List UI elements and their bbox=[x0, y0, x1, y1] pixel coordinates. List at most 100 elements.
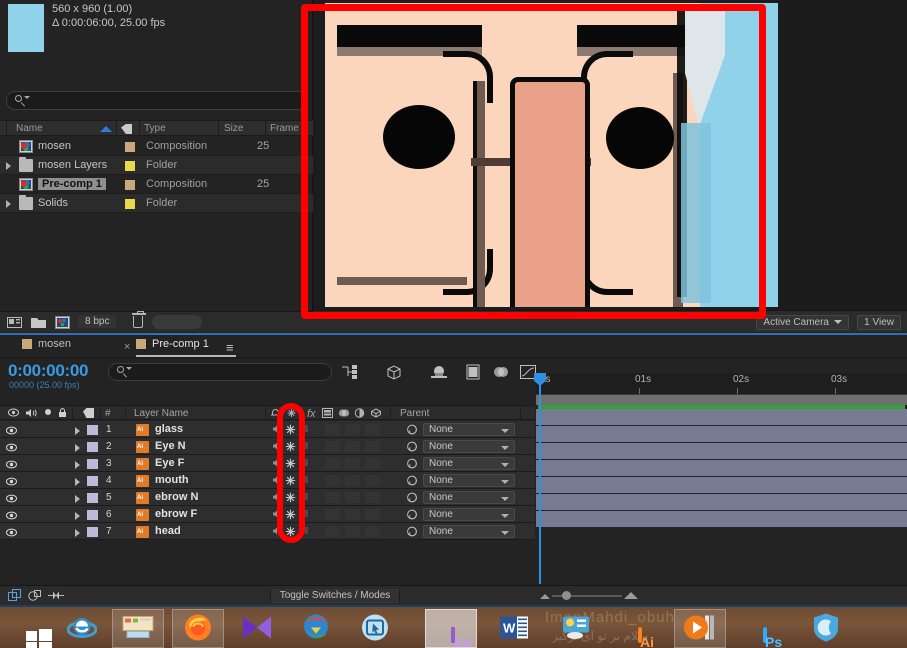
label-tag-icon[interactable] bbox=[83, 408, 94, 421]
layer-duration-bar[interactable] bbox=[536, 443, 907, 460]
layer-row[interactable]: 5 ebrow N None bbox=[0, 489, 535, 506]
frame-blending-icon[interactable] bbox=[464, 363, 482, 381]
collapse-transformations-toggle[interactable] bbox=[285, 509, 296, 523]
layer-duration-bar[interactable] bbox=[536, 494, 907, 511]
internet-download-manager-taskbar-icon[interactable] bbox=[290, 609, 342, 648]
layer-name[interactable]: head bbox=[155, 525, 181, 537]
panel-menu-icon[interactable]: ≡ bbox=[226, 340, 234, 355]
shy-icon[interactable] bbox=[270, 408, 281, 421]
audio-toggle-icon[interactable] bbox=[272, 424, 282, 437]
parent-pickwhip-icon[interactable] bbox=[406, 509, 418, 523]
adjustment-layer-icon[interactable] bbox=[354, 408, 365, 421]
internet-explorer-taskbar-icon[interactable] bbox=[56, 609, 108, 648]
media-player-taskbar-icon[interactable] bbox=[231, 609, 283, 648]
toggle-switches-modes-button[interactable]: Toggle Switches / Modes bbox=[270, 589, 400, 603]
layer-duration-bar[interactable] bbox=[536, 511, 907, 528]
layer-duration-bar[interactable] bbox=[536, 409, 907, 426]
layer-expand-triangle-icon[interactable] bbox=[75, 461, 80, 469]
control-panel-taskbar-icon[interactable] bbox=[550, 609, 602, 648]
firefox-taskbar-icon[interactable] bbox=[172, 609, 224, 648]
current-time-indicator[interactable] bbox=[534, 373, 546, 584]
parent-pickwhip-icon[interactable] bbox=[406, 424, 418, 438]
layer-visibility-toggle[interactable] bbox=[6, 494, 17, 506]
zoom-in-icon[interactable] bbox=[624, 592, 638, 599]
layer-visibility-toggle[interactable] bbox=[6, 460, 17, 472]
layer-label-color[interactable] bbox=[87, 527, 98, 537]
layer-label-color[interactable] bbox=[87, 510, 98, 520]
layer-expand-triangle-icon[interactable] bbox=[75, 529, 80, 537]
microsoft-word-taskbar-icon[interactable]: W bbox=[488, 609, 540, 648]
layer-visibility-toggle[interactable] bbox=[6, 528, 17, 540]
lock-icon[interactable] bbox=[58, 408, 67, 421]
layer-row[interactable]: 6 ebrow F None bbox=[0, 506, 535, 523]
snipping-tool-taskbar-icon[interactable] bbox=[349, 609, 401, 648]
layer-name[interactable]: glass bbox=[155, 423, 183, 435]
parent-pickwhip-icon[interactable] bbox=[406, 441, 418, 455]
new-composition-icon[interactable] bbox=[55, 316, 70, 329]
parent-dropdown[interactable]: None bbox=[423, 474, 515, 487]
time-ruler[interactable]: 0s01s02s03s bbox=[536, 373, 907, 395]
photoshop-taskbar-icon[interactable]: Ps bbox=[737, 609, 789, 648]
collapse-transformations-icon[interactable] bbox=[286, 408, 297, 421]
parent-dropdown[interactable]: None bbox=[423, 491, 515, 504]
label-color-swatch[interactable] bbox=[125, 142, 135, 152]
layer-row[interactable]: 3 Eye F None bbox=[0, 455, 535, 472]
timeline-search-input[interactable] bbox=[108, 363, 332, 381]
layer-name[interactable]: Eye F bbox=[155, 457, 184, 469]
project-footer-field[interactable] bbox=[152, 315, 202, 329]
layer-number-header[interactable]: # bbox=[105, 408, 111, 419]
motion-blur-icon[interactable] bbox=[492, 363, 510, 381]
parent-dropdown[interactable]: None bbox=[423, 457, 515, 470]
audio-toggle-icon[interactable] bbox=[272, 458, 282, 471]
collapse-transformations-toggle[interactable] bbox=[285, 424, 296, 438]
frame-blend-icon[interactable] bbox=[338, 408, 350, 421]
layer-expand-triangle-icon[interactable] bbox=[75, 478, 80, 486]
parent-pickwhip-icon[interactable] bbox=[406, 526, 418, 540]
video-player-taskbar-icon[interactable] bbox=[674, 609, 726, 648]
parent-header[interactable]: Parent bbox=[400, 408, 429, 419]
composition-mini-flowchart-icon[interactable] bbox=[340, 363, 360, 381]
audio-toggle-icon[interactable] bbox=[272, 526, 282, 539]
audio-toggle-icon[interactable] bbox=[272, 441, 282, 454]
collapse-transformations-toggle[interactable] bbox=[285, 441, 296, 455]
layer-expand-triangle-icon[interactable] bbox=[75, 495, 80, 503]
interpret-footage-icon[interactable] bbox=[7, 316, 22, 329]
project-item-row[interactable]: mosen Layers Folder bbox=[0, 156, 313, 175]
parent-pickwhip-icon[interactable] bbox=[406, 475, 418, 489]
parent-dropdown[interactable]: None bbox=[423, 508, 515, 521]
project-item-row[interactable]: mosen Composition 25 bbox=[0, 137, 313, 156]
layer-row[interactable]: 2 Eye N None bbox=[0, 438, 535, 455]
layer-duration-bar[interactable] bbox=[536, 426, 907, 443]
layer-label-color[interactable] bbox=[87, 493, 98, 503]
layer-duration-bar[interactable] bbox=[536, 460, 907, 477]
layer-label-color[interactable] bbox=[87, 442, 98, 452]
label-color-swatch[interactable] bbox=[125, 180, 135, 190]
collapse-transformations-toggle[interactable] bbox=[285, 458, 296, 472]
composition-canvas[interactable] bbox=[325, 3, 778, 307]
layer-duration-bar[interactable] bbox=[536, 477, 907, 494]
layer-name[interactable]: ebrow N bbox=[155, 491, 198, 503]
zoom-handle[interactable] bbox=[562, 591, 571, 600]
layer-name-header[interactable]: Layer Name bbox=[134, 408, 188, 419]
layer-row[interactable]: 4 mouth None bbox=[0, 472, 535, 489]
tab-mosen[interactable]: mosen bbox=[22, 338, 71, 357]
project-item-row[interactable]: Solids Folder bbox=[0, 194, 313, 213]
layer-expand-triangle-icon[interactable] bbox=[75, 512, 80, 520]
sort-ascending-icon[interactable] bbox=[100, 126, 112, 132]
parent-dropdown[interactable]: None bbox=[423, 525, 515, 538]
zoom-out-icon[interactable] bbox=[540, 594, 550, 599]
layer-row[interactable]: 1 glass None bbox=[0, 421, 535, 438]
start-button[interactable] bbox=[0, 609, 52, 648]
layer-visibility-toggle[interactable] bbox=[6, 426, 17, 438]
layer-visibility-toggle[interactable] bbox=[6, 511, 17, 523]
layer-expand-triangle-icon[interactable] bbox=[75, 427, 80, 435]
file-explorer-taskbar-icon[interactable] bbox=[112, 609, 164, 648]
illustrator-taskbar-icon[interactable]: Ai bbox=[612, 609, 664, 648]
delete-icon[interactable] bbox=[132, 311, 146, 328]
stretch-icon[interactable] bbox=[48, 589, 64, 605]
new-folder-icon[interactable] bbox=[31, 316, 46, 329]
after-effects-taskbar-icon[interactable]: Ae bbox=[425, 609, 477, 648]
collapse-transformations-toggle[interactable] bbox=[285, 526, 296, 540]
column-header-type[interactable]: Type bbox=[144, 123, 166, 134]
hide-shy-layers-icon[interactable] bbox=[428, 363, 450, 381]
